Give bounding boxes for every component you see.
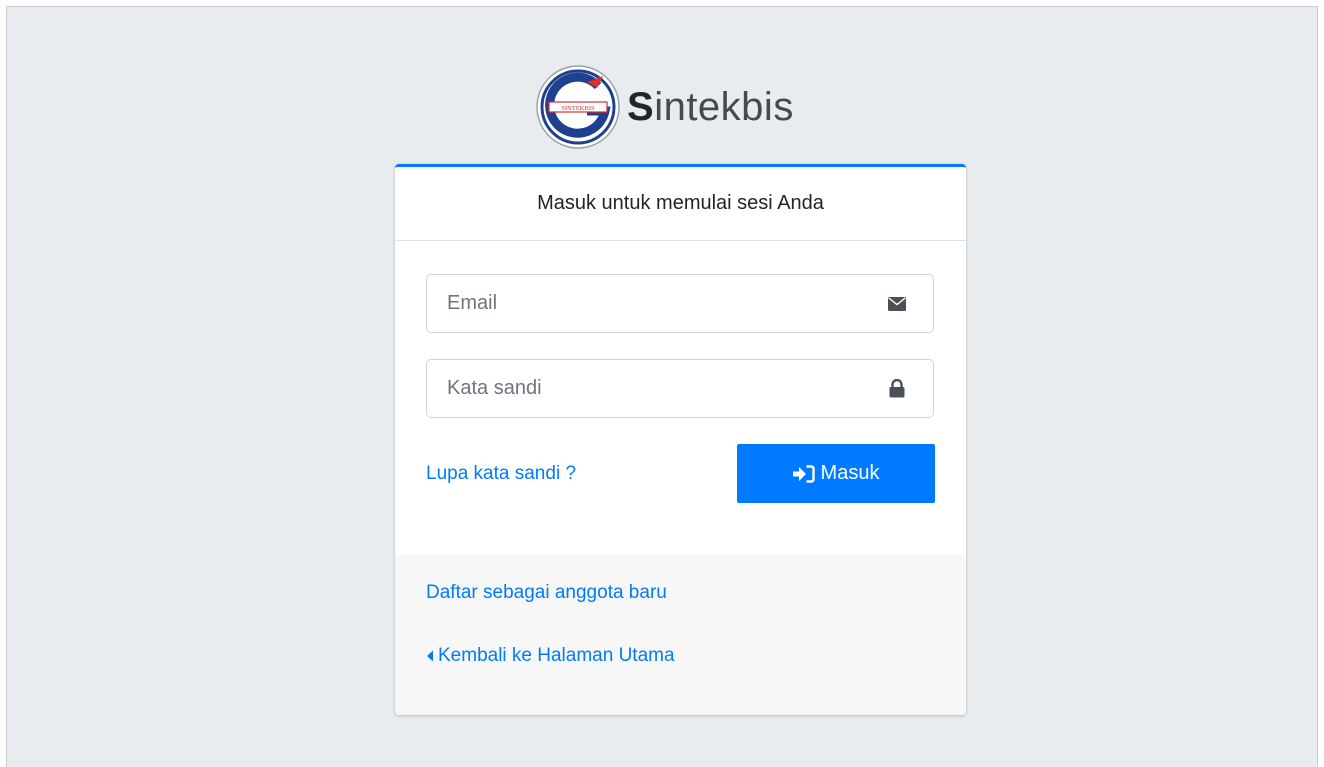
email-input[interactable] [427,275,887,332]
page-background: SINTEKBIS Sintekbis Masuk untuk memulai … [6,6,1318,767]
forgot-password-link[interactable]: Lupa kata sandi ? [426,463,576,485]
svg-text:SINTEKBIS: SINTEKBIS [561,105,595,112]
login-button[interactable]: Masuk [737,444,935,503]
login-button-label: Masuk [820,462,880,484]
login-card-footer: Daftar sebagai anggota baru Kembali ke H… [395,555,966,715]
brand-name: Sintekbis [627,85,794,130]
password-input[interactable] [427,360,887,417]
login-message: Masuk untuk memulai sesi Anda [537,192,824,214]
password-input-group [426,359,934,418]
sign-in-icon [792,464,815,483]
login-form: Lupa kata sandi ? Masuk [395,241,966,552]
login-card-header: Masuk untuk memulai sesi Anda [395,167,966,241]
login-card: Masuk untuk memulai sesi Anda Email Lupa… [395,164,966,715]
sintekbis-logo: SINTEKBIS [536,65,620,149]
email-input-group [426,274,934,333]
register-link[interactable]: Daftar sebagai anggota baru [426,579,935,607]
back-to-home-label: Kembali ke Halaman Utama [438,645,675,666]
envelope-icon [887,294,907,314]
lock-icon [887,379,907,399]
register-link-label: Daftar sebagai anggota baru [426,582,667,603]
caret-left-icon [427,650,433,662]
back-to-home-link[interactable]: Kembali ke Halaman Utama [426,642,935,670]
form-actions: Lupa kata sandi ? Masuk [426,444,935,503]
brand-header[interactable]: SINTEKBIS Sintekbis [535,64,794,150]
brand-name-rest: intekbis [654,84,794,129]
brand-first-letter: S [627,84,655,129]
